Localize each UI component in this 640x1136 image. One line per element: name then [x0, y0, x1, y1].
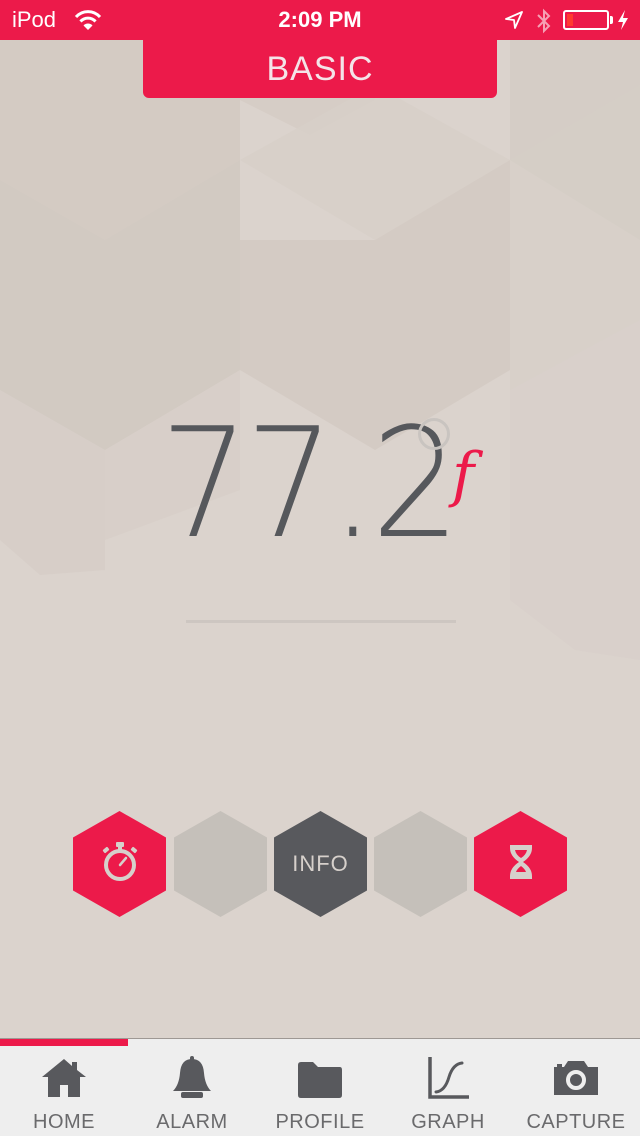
- tab-graph-label: GRAPH: [411, 1111, 485, 1133]
- folder-icon: [295, 1055, 345, 1101]
- graph-icon: [423, 1055, 473, 1101]
- hourglass-icon: [508, 844, 534, 885]
- battery-icon: [563, 10, 609, 30]
- tab-home[interactable]: HOME: [0, 1039, 128, 1136]
- temperature-reading: 77.2: [160, 395, 460, 572]
- tab-graph[interactable]: GRAPH: [384, 1039, 512, 1136]
- info-label: INFO: [292, 851, 349, 876]
- bluetooth-icon: [536, 8, 552, 40]
- location-icon: [504, 10, 524, 36]
- bell-icon: [167, 1055, 217, 1101]
- degree-icon: [418, 418, 450, 450]
- tab-bar: HOME ALARM PROFILE GRAPH CAPTURE: [0, 1038, 640, 1136]
- home-icon: [39, 1055, 89, 1101]
- camera-icon: [551, 1055, 601, 1101]
- tab-profile[interactable]: PROFILE: [256, 1039, 384, 1136]
- temperature-unit: f: [452, 440, 475, 510]
- stopwatch-icon: [100, 841, 140, 888]
- tab-home-label: HOME: [33, 1111, 95, 1133]
- tab-profile-label: PROFILE: [275, 1111, 365, 1133]
- tab-alarm[interactable]: ALARM: [128, 1039, 256, 1136]
- status-bar: iPod 2:09 PM: [0, 0, 640, 40]
- tab-capture-label: CAPTURE: [526, 1111, 626, 1133]
- charging-icon: [617, 9, 629, 37]
- tab-capture[interactable]: CAPTURE: [512, 1039, 640, 1136]
- mode-tab-basic[interactable]: BASIC: [143, 40, 497, 98]
- reading-divider: [186, 620, 456, 623]
- battery-tip: [610, 16, 613, 24]
- battery-level: [567, 14, 573, 26]
- tab-alarm-label: ALARM: [156, 1111, 228, 1133]
- temperature-value: 77.2: [160, 395, 460, 572]
